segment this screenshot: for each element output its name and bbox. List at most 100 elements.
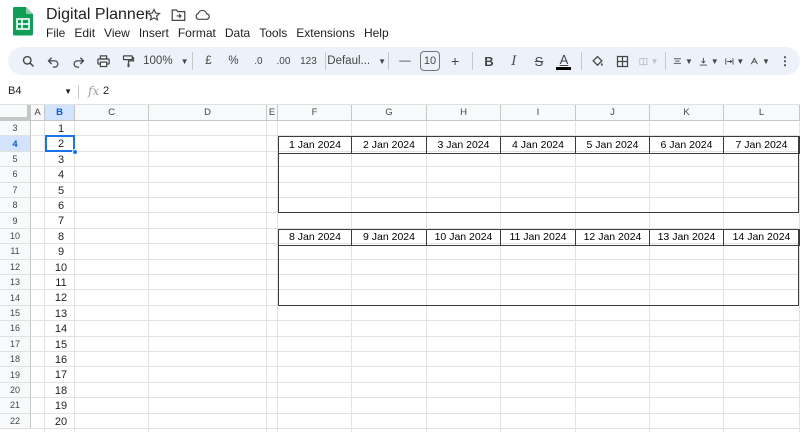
redo-icon[interactable] [68, 50, 88, 72]
percent-format-button[interactable]: % [223, 50, 243, 72]
text-color-button[interactable]: A [554, 50, 574, 72]
cell-b3[interactable]: 1 [47, 122, 75, 136]
italic-button[interactable]: I [504, 50, 524, 72]
document-title[interactable]: Digital Planner [46, 6, 150, 24]
column-header-d[interactable]: D [149, 105, 267, 121]
calendar-date-cell[interactable]: 3 Jan 2024 [427, 137, 501, 153]
column-header-l[interactable]: L [724, 105, 800, 121]
column-header-e[interactable]: E [267, 105, 278, 121]
cell-b14[interactable]: 12 [47, 291, 75, 305]
row-header-6[interactable]: 6 [0, 167, 31, 183]
star-icon[interactable] [146, 7, 162, 23]
text-rotation-icon[interactable]: ▼ [749, 50, 770, 72]
column-header-g[interactable]: G [352, 105, 427, 121]
cell-b6[interactable]: 4 [47, 168, 75, 182]
row-header-3[interactable]: 3 [0, 121, 31, 137]
column-header-j[interactable]: J [576, 105, 650, 121]
font-size-input[interactable]: 10 [419, 51, 441, 71]
cell-b15[interactable]: 13 [47, 307, 75, 321]
row-header-18[interactable]: 18 [0, 352, 31, 368]
print-icon[interactable] [93, 50, 113, 72]
currency-format-button[interactable]: £ [198, 50, 218, 72]
column-header-f[interactable]: F [278, 105, 352, 121]
row-header-7[interactable]: 7 [0, 182, 31, 198]
row-header-9[interactable]: 9 [0, 213, 31, 229]
menu-format[interactable]: Format [178, 26, 221, 40]
cell-b8[interactable]: 6 [47, 199, 75, 213]
menu-data[interactable]: Data [225, 26, 255, 40]
calendar-date-cell[interactable]: 8 Jan 2024 [278, 229, 352, 246]
cell-b12[interactable]: 10 [47, 261, 75, 275]
vertical-align-icon[interactable]: ▼ [698, 50, 719, 72]
fill-handle[interactable] [72, 149, 78, 156]
bold-button[interactable]: B [479, 50, 499, 72]
row-header-22[interactable]: 22 [0, 413, 31, 429]
cell-b10[interactable]: 8 [47, 230, 75, 244]
column-header-b[interactable]: B [45, 105, 75, 121]
merge-cells-icon[interactable]: ▼ [638, 50, 658, 72]
cell-b16[interactable]: 14 [47, 322, 75, 336]
menu-view[interactable]: View [104, 26, 135, 40]
column-header-i[interactable]: I [501, 105, 576, 121]
search-menus-icon[interactable] [18, 50, 38, 72]
increase-decimal-button[interactable]: .00 [273, 50, 293, 72]
calendar-date-cell[interactable]: 13 Jan 2024 [650, 229, 724, 246]
calendar-date-cell[interactable]: 4 Jan 2024 [501, 137, 576, 153]
menu-edit[interactable]: Edit [74, 26, 100, 40]
cell-b9[interactable]: 7 [47, 214, 75, 228]
cell-b20[interactable]: 18 [47, 384, 75, 398]
row-header-11[interactable]: 11 [0, 244, 31, 260]
select-all-corner[interactable] [0, 105, 31, 121]
spreadsheet-grid[interactable]: A B C D E F G H I J K L 3 1 4 2 5 3 6 4 7 5 8 6 9 7 10 8 11 9 12 10 13 11… [0, 104, 800, 432]
row-header-17[interactable]: 17 [0, 336, 31, 352]
strikethrough-button[interactable]: S [529, 50, 549, 72]
calendar-date-cell[interactable]: 1 Jan 2024 [278, 137, 352, 153]
sheets-logo-icon[interactable] [12, 6, 34, 36]
column-header-a[interactable]: A [31, 105, 45, 121]
row-header-15[interactable]: 15 [0, 305, 31, 322]
menu-help[interactable]: Help [364, 26, 394, 40]
cloud-status-icon[interactable] [194, 7, 210, 23]
decrease-decimal-button[interactable]: .0 [248, 50, 268, 72]
column-header-k[interactable]: K [650, 105, 724, 121]
more-formats-button[interactable]: 123 [298, 50, 318, 72]
zoom-select[interactable]: 100% ▼ [143, 50, 188, 72]
calendar-date-cell[interactable]: 5 Jan 2024 [576, 137, 650, 153]
calendar-date-cell[interactable]: 9 Jan 2024 [352, 229, 427, 246]
undo-icon[interactable] [43, 50, 63, 72]
calendar-date-cell[interactable]: 10 Jan 2024 [427, 229, 501, 246]
row-header-19[interactable]: 19 [0, 367, 31, 383]
row-header-20[interactable]: 20 [0, 382, 31, 399]
row-header-21[interactable]: 21 [0, 398, 31, 414]
cell-b21[interactable]: 19 [47, 399, 75, 413]
menu-extensions[interactable]: Extensions [296, 26, 360, 40]
decrease-font-size-button[interactable]: — [395, 50, 415, 72]
row-header-4[interactable]: 4 [0, 136, 31, 152]
row-header-8[interactable]: 8 [0, 198, 31, 214]
cell-b17[interactable]: 15 [47, 338, 75, 352]
fill-color-icon[interactable] [588, 50, 608, 72]
increase-font-size-button[interactable]: + [445, 50, 465, 72]
paint-format-icon[interactable] [118, 50, 138, 72]
cell-b11[interactable]: 9 [47, 245, 75, 259]
horizontal-align-icon[interactable]: ▼ [672, 50, 693, 72]
column-header-c[interactable]: C [75, 105, 149, 121]
row-header-12[interactable]: 12 [0, 259, 31, 275]
row-header-5[interactable]: 5 [0, 151, 31, 168]
more-tools-icon[interactable]: ⋮ [775, 50, 795, 72]
borders-icon[interactable] [613, 50, 633, 72]
row-header-13[interactable]: 13 [0, 275, 31, 291]
cell-b13[interactable]: 11 [47, 276, 75, 290]
cell-b5[interactable]: 3 [47, 153, 75, 167]
column-header-h[interactable]: H [427, 105, 501, 121]
cell-b22[interactable]: 20 [47, 415, 75, 429]
move-to-folder-icon[interactable] [170, 7, 186, 23]
active-cell-selection[interactable] [45, 135, 75, 153]
cell-b18[interactable]: 16 [47, 353, 75, 367]
calendar-date-cell[interactable]: 11 Jan 2024 [501, 229, 576, 246]
name-box[interactable]: B4 ▼ [8, 85, 72, 98]
row-header-10[interactable]: 10 [0, 228, 31, 245]
font-select[interactable]: Defaul... ▼ [327, 50, 386, 72]
menu-insert[interactable]: Insert [139, 26, 174, 40]
menu-file[interactable]: File [46, 26, 70, 40]
